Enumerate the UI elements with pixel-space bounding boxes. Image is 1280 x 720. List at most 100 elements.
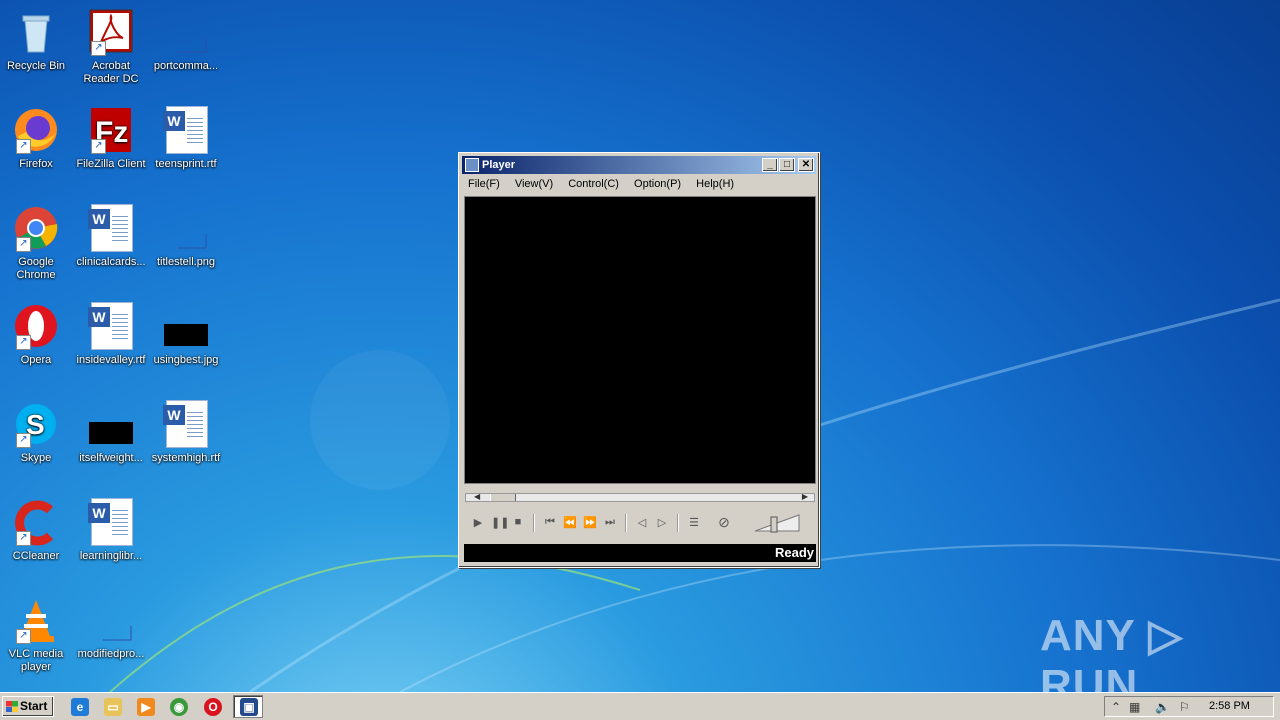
desktop-icon-firefox[interactable]: ↗ Firefox	[0, 106, 74, 171]
desktop-icon-vlc[interactable]: ↗ VLC media player	[0, 596, 74, 674]
icon-label: Recycle Bin	[6, 60, 66, 72]
desktop-icon-usingbest[interactable]: usingbest.jpg	[148, 302, 224, 367]
icon-label: titlestell.png	[156, 256, 216, 268]
play-icon[interactable]: ▶	[471, 516, 485, 529]
volume-slider[interactable]	[755, 513, 801, 533]
rewind-icon[interactable]: ⏪	[563, 516, 577, 529]
media-player-icon[interactable]: ▶	[137, 698, 155, 716]
acrobat-icon: ↗	[87, 8, 135, 56]
desktop-icon-itselfweight[interactable]: itselfweight...	[73, 400, 149, 465]
icon-label: clinicalcards...	[76, 256, 146, 268]
taskbar: Start e ▭ ▶ ◉ O ▣ ⌃ ▦ 🔈 ⚐ 2:58 PM	[0, 692, 1280, 720]
step-forward-icon[interactable]: ▷	[655, 516, 669, 529]
maximize-button[interactable]: □	[779, 158, 795, 172]
desktop-icon-insidevalley[interactable]: W insidevalley.rtf	[73, 302, 149, 367]
image-file-icon	[162, 302, 210, 350]
icon-label: Skype	[20, 452, 52, 464]
start-label: Start	[20, 699, 48, 713]
separator	[677, 514, 679, 532]
opera-icon: ↗	[12, 302, 60, 350]
player-window[interactable]: Player _ □ ✕ File(F) View(V) Control(C) …	[458, 152, 820, 568]
icon-label: FileZilla Client	[76, 158, 146, 170]
firefox-icon: ↗	[12, 106, 60, 154]
shortcut-arrow-icon: ↗	[16, 237, 31, 252]
windows-logo-icon	[6, 701, 18, 712]
desktop-icon-filezilla[interactable]: Fz ↗ FileZilla Client	[73, 106, 149, 171]
desktop-icon-acrobat[interactable]: ↗ Acrobat Reader DC	[73, 8, 149, 86]
shortcut-arrow-icon: ↗	[91, 139, 106, 154]
menu-control[interactable]: Control(C)	[568, 178, 619, 190]
player-app-icon	[465, 158, 479, 172]
blank-file-icon	[162, 204, 210, 252]
desktop-icon-teensprint[interactable]: W teensprint.rtf	[148, 106, 224, 171]
icon-label: teensprint.rtf	[155, 158, 217, 170]
icon-label: Opera	[20, 354, 52, 366]
shortcut-arrow-icon: ↗	[16, 139, 31, 154]
desktop-icon-skype[interactable]: S ↗ Skype	[0, 400, 74, 465]
close-button[interactable]: ✕	[798, 158, 814, 172]
icon-label: usingbest.jpg	[153, 354, 219, 366]
blank-file-icon	[87, 596, 135, 644]
separator	[533, 514, 535, 532]
window-title: Player	[482, 159, 516, 171]
shortcut-arrow-icon: ↗	[16, 531, 31, 546]
icon-label: CCleaner	[12, 550, 60, 562]
show-hidden-icons-icon[interactable]: ⌃	[1111, 700, 1121, 714]
menu-help[interactable]: Help(H)	[696, 178, 734, 190]
desktop-icon-clinicalcards[interactable]: W clinicalcards...	[73, 204, 149, 269]
shortcut-arrow-icon: ↗	[91, 41, 106, 56]
icon-label: itselfweight...	[79, 452, 143, 464]
desktop-icon-titlestell[interactable]: titlestell.png	[148, 204, 224, 269]
network-icon[interactable]: ▦	[1129, 700, 1140, 714]
start-button[interactable]: Start	[2, 696, 54, 717]
player-taskbar-button[interactable]: ▣	[233, 695, 263, 718]
word-document-icon: W	[87, 302, 135, 350]
playlist-icon[interactable]: ☰	[687, 516, 701, 529]
desktop-icon-ccleaner[interactable]: ↗ CCleaner	[0, 498, 74, 563]
internet-explorer-icon[interactable]: e	[71, 698, 89, 716]
video-area[interactable]	[464, 196, 816, 484]
image-file-icon	[87, 400, 135, 448]
desktop-icon-systemhigh[interactable]: W systemhigh.rtf	[148, 400, 224, 465]
icon-label: Google Chrome	[16, 256, 56, 281]
seek-bar[interactable]: ◀ ▶	[465, 492, 815, 502]
menu-view[interactable]: View(V)	[515, 178, 553, 190]
pause-icon[interactable]: ❚❚	[491, 516, 509, 529]
previous-icon[interactable]: ⏮	[543, 516, 557, 529]
desktop-icon-modifiedpro[interactable]: modifiedpro...	[73, 596, 149, 661]
shortcut-arrow-icon: ↗	[16, 433, 31, 448]
word-document-icon: W	[87, 204, 135, 252]
word-document-icon: W	[162, 106, 210, 154]
desktop-icon-chrome[interactable]: ↗ Google Chrome	[0, 204, 74, 282]
desktop-icon-recycle-bin[interactable]: Recycle Bin	[0, 8, 74, 73]
icon-label: learninglibr...	[79, 550, 143, 562]
chrome-taskbar-icon[interactable]: ◉	[170, 698, 188, 716]
desktop-icon-opera[interactable]: ↗ Opera	[0, 302, 74, 367]
ccleaner-icon: ↗	[12, 498, 60, 546]
skype-icon: S ↗	[12, 400, 60, 448]
separator	[625, 514, 627, 532]
seek-left-arrow-icon[interactable]: ◀	[474, 492, 480, 501]
clock[interactable]: 2:58 PM	[1209, 697, 1250, 716]
file-explorer-icon[interactable]: ▭	[104, 698, 122, 716]
vlc-icon: ↗	[12, 596, 60, 644]
seek-right-arrow-icon[interactable]: ▶	[802, 492, 808, 501]
volume-icon[interactable]: 🔈	[1155, 700, 1170, 714]
step-back-icon[interactable]: ◁	[635, 516, 649, 529]
next-icon[interactable]: ⏭	[603, 516, 617, 529]
action-center-flag-icon[interactable]: ⚐	[1179, 700, 1190, 714]
fast-forward-icon[interactable]: ⏩	[583, 516, 597, 529]
status-bar: Ready	[464, 544, 816, 562]
minimize-button[interactable]: _	[762, 158, 778, 172]
menu-file[interactable]: File(F)	[468, 178, 500, 190]
stop-icon[interactable]: ■	[511, 516, 525, 528]
desktop-icon-portcomma[interactable]: portcomma...	[148, 8, 224, 73]
mute-icon[interactable]: ⊘	[717, 514, 731, 531]
title-bar[interactable]: Player _ □ ✕	[462, 156, 816, 174]
word-document-icon: W	[162, 400, 210, 448]
word-document-icon: W	[87, 498, 135, 546]
opera-taskbar-icon[interactable]: O	[204, 698, 222, 716]
desktop-icon-learninglibr[interactable]: W learninglibr...	[73, 498, 149, 563]
menu-option[interactable]: Option(P)	[634, 178, 681, 190]
seek-thumb[interactable]	[490, 494, 516, 501]
